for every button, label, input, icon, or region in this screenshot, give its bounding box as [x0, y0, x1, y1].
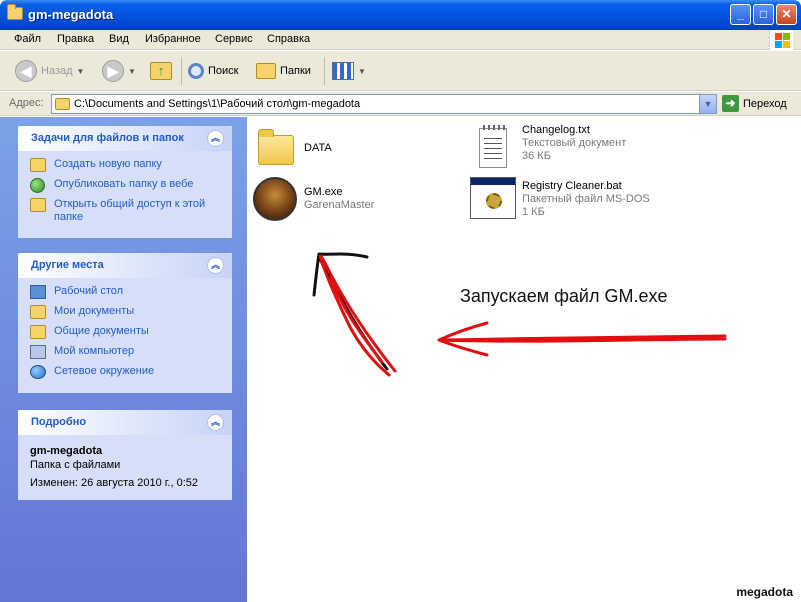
place-label: Общие документы [54, 325, 149, 337]
details-modified: Изменен: 26 августа 2010 г., 0:52 [30, 477, 199, 489]
menu-bar: Файл Правка Вид Избранное Сервис Справка [0, 30, 801, 50]
place-my-documents[interactable]: Мои документы [30, 305, 232, 325]
address-field[interactable]: C:\Documents and Settings\1\Рабочий стол… [51, 94, 717, 114]
watermark: megadota [736, 585, 793, 599]
task-label: Опубликовать папку в вебе [54, 178, 194, 190]
details-panel: Подробно ︽ gm-megadota Папка с файлами И… [18, 410, 232, 500]
windows-logo-icon [769, 30, 793, 50]
network-icon [30, 365, 46, 379]
file-list-area: DATA Changelog.txt Текстовый документ 36… [247, 117, 801, 602]
place-label: Сетевое окружение [54, 365, 155, 377]
menu-tools[interactable]: Сервис [215, 33, 253, 45]
back-arrow-icon: ◀ [15, 60, 37, 82]
search-label: Поиск [208, 65, 239, 77]
shared-documents-icon [30, 325, 46, 339]
forward-button[interactable]: ▶ ▼ [102, 58, 136, 84]
maximize-button[interactable]: □ [753, 4, 774, 25]
back-label: Назад [41, 65, 73, 77]
annotation-arrows [312, 252, 727, 377]
views-icon [332, 62, 354, 80]
task-pane: Задачи для файлов и папок ︽ Создать нову… [0, 117, 247, 602]
collapse-chevron-icon[interactable]: ︽ [207, 257, 224, 274]
toolbar-separator [324, 57, 325, 85]
my-documents-icon [30, 305, 46, 319]
other-places-title: Другие места [31, 259, 104, 271]
details-folder-name: gm-megadota [30, 445, 103, 457]
file-tasks-panel: Задачи для файлов и папок ︽ Создать нову… [18, 126, 232, 238]
desktop-icon [30, 285, 46, 299]
new-folder-icon [30, 158, 46, 172]
forward-arrow-icon: ▶ [102, 60, 124, 82]
address-bar: Адрес: C:\Documents and Settings\1\Рабоч… [0, 92, 801, 116]
chevron-down-icon: ▼ [128, 66, 136, 76]
place-desktop[interactable]: Рабочий стол [30, 285, 232, 305]
details-folder-type: Папка с файлами [30, 459, 121, 471]
address-label: Адрес: [9, 97, 44, 109]
up-folder-button[interactable]: ↑ [150, 58, 172, 84]
address-path: C:\Documents and Settings\1\Рабочий стол… [74, 98, 361, 110]
toolbar: ◀ Назад ▼ ▶ ▼ ↑ Поиск Папки ▼ [0, 51, 801, 91]
go-label: Переход [743, 97, 787, 110]
chevron-down-icon: ▼ [358, 66, 366, 76]
menu-edit[interactable]: Правка [57, 33, 94, 45]
menu-favorites[interactable]: Избранное [145, 33, 201, 45]
search-icon [188, 63, 204, 79]
place-label: Мой компьютер [54, 345, 135, 357]
file-tasks-title: Задачи для файлов и папок [31, 132, 184, 144]
task-new-folder[interactable]: Создать новую папку [30, 158, 232, 178]
collapse-chevron-icon[interactable]: ︽ [207, 414, 224, 431]
red-arrow-up [318, 254, 397, 377]
go-arrow-icon: ➜ [722, 95, 739, 112]
file-tasks-header[interactable]: Задачи для файлов и папок ︽ [18, 126, 232, 151]
collapse-chevron-icon[interactable]: ︽ [207, 130, 224, 147]
other-places-header[interactable]: Другие места ︽ [18, 253, 232, 278]
folders-button[interactable]: Папки [256, 58, 311, 84]
up-folder-icon: ↑ [150, 62, 172, 80]
address-dropdown-button[interactable]: ▼ [699, 95, 716, 113]
window-title: gm-megadota [28, 7, 114, 22]
menu-view[interactable]: Вид [109, 33, 129, 45]
folders-label: Папки [280, 65, 311, 77]
title-bar: gm-megadota _ □ ✕ [0, 0, 801, 30]
minimize-button[interactable]: _ [730, 4, 751, 25]
task-share-folder[interactable]: Открыть общий доступ к этой папке [30, 198, 232, 224]
my-computer-icon [30, 345, 46, 359]
red-arrow-left [437, 321, 727, 357]
place-label: Рабочий стол [54, 285, 124, 297]
search-button[interactable]: Поиск [188, 58, 238, 84]
folder-icon [7, 4, 23, 20]
menu-file[interactable]: Файл [14, 33, 41, 45]
menu-help[interactable]: Справка [267, 33, 310, 45]
details-header[interactable]: Подробно ︽ [18, 410, 232, 435]
views-button[interactable]: ▼ [332, 58, 366, 84]
place-network[interactable]: Сетевое окружение [30, 365, 232, 385]
close-button[interactable]: ✕ [776, 4, 797, 25]
annotation-text: Запускаем файл GM.exe [460, 286, 668, 306]
task-label: Создать новую папку [54, 158, 162, 170]
go-button[interactable]: ➜ Переход [722, 95, 787, 112]
share-folder-icon [30, 198, 46, 212]
details-title: Подробно [31, 416, 87, 428]
place-label: Мои документы [54, 305, 135, 317]
task-label: Открыть общий доступ к этой папке [54, 198, 206, 223]
other-places-panel: Другие места ︽ Рабочий стол Мои документ… [18, 253, 232, 393]
back-button[interactable]: ◀ Назад ▼ [15, 58, 84, 84]
place-my-computer[interactable]: Мой компьютер [30, 345, 232, 365]
publish-web-icon [30, 178, 45, 193]
toolbar-separator [181, 57, 182, 85]
task-publish-web[interactable]: Опубликовать папку в вебе [30, 178, 232, 198]
folder-icon [55, 98, 70, 110]
place-shared-documents[interactable]: Общие документы [30, 325, 232, 345]
chevron-down-icon: ▼ [76, 66, 85, 76]
folders-icon [256, 63, 276, 79]
